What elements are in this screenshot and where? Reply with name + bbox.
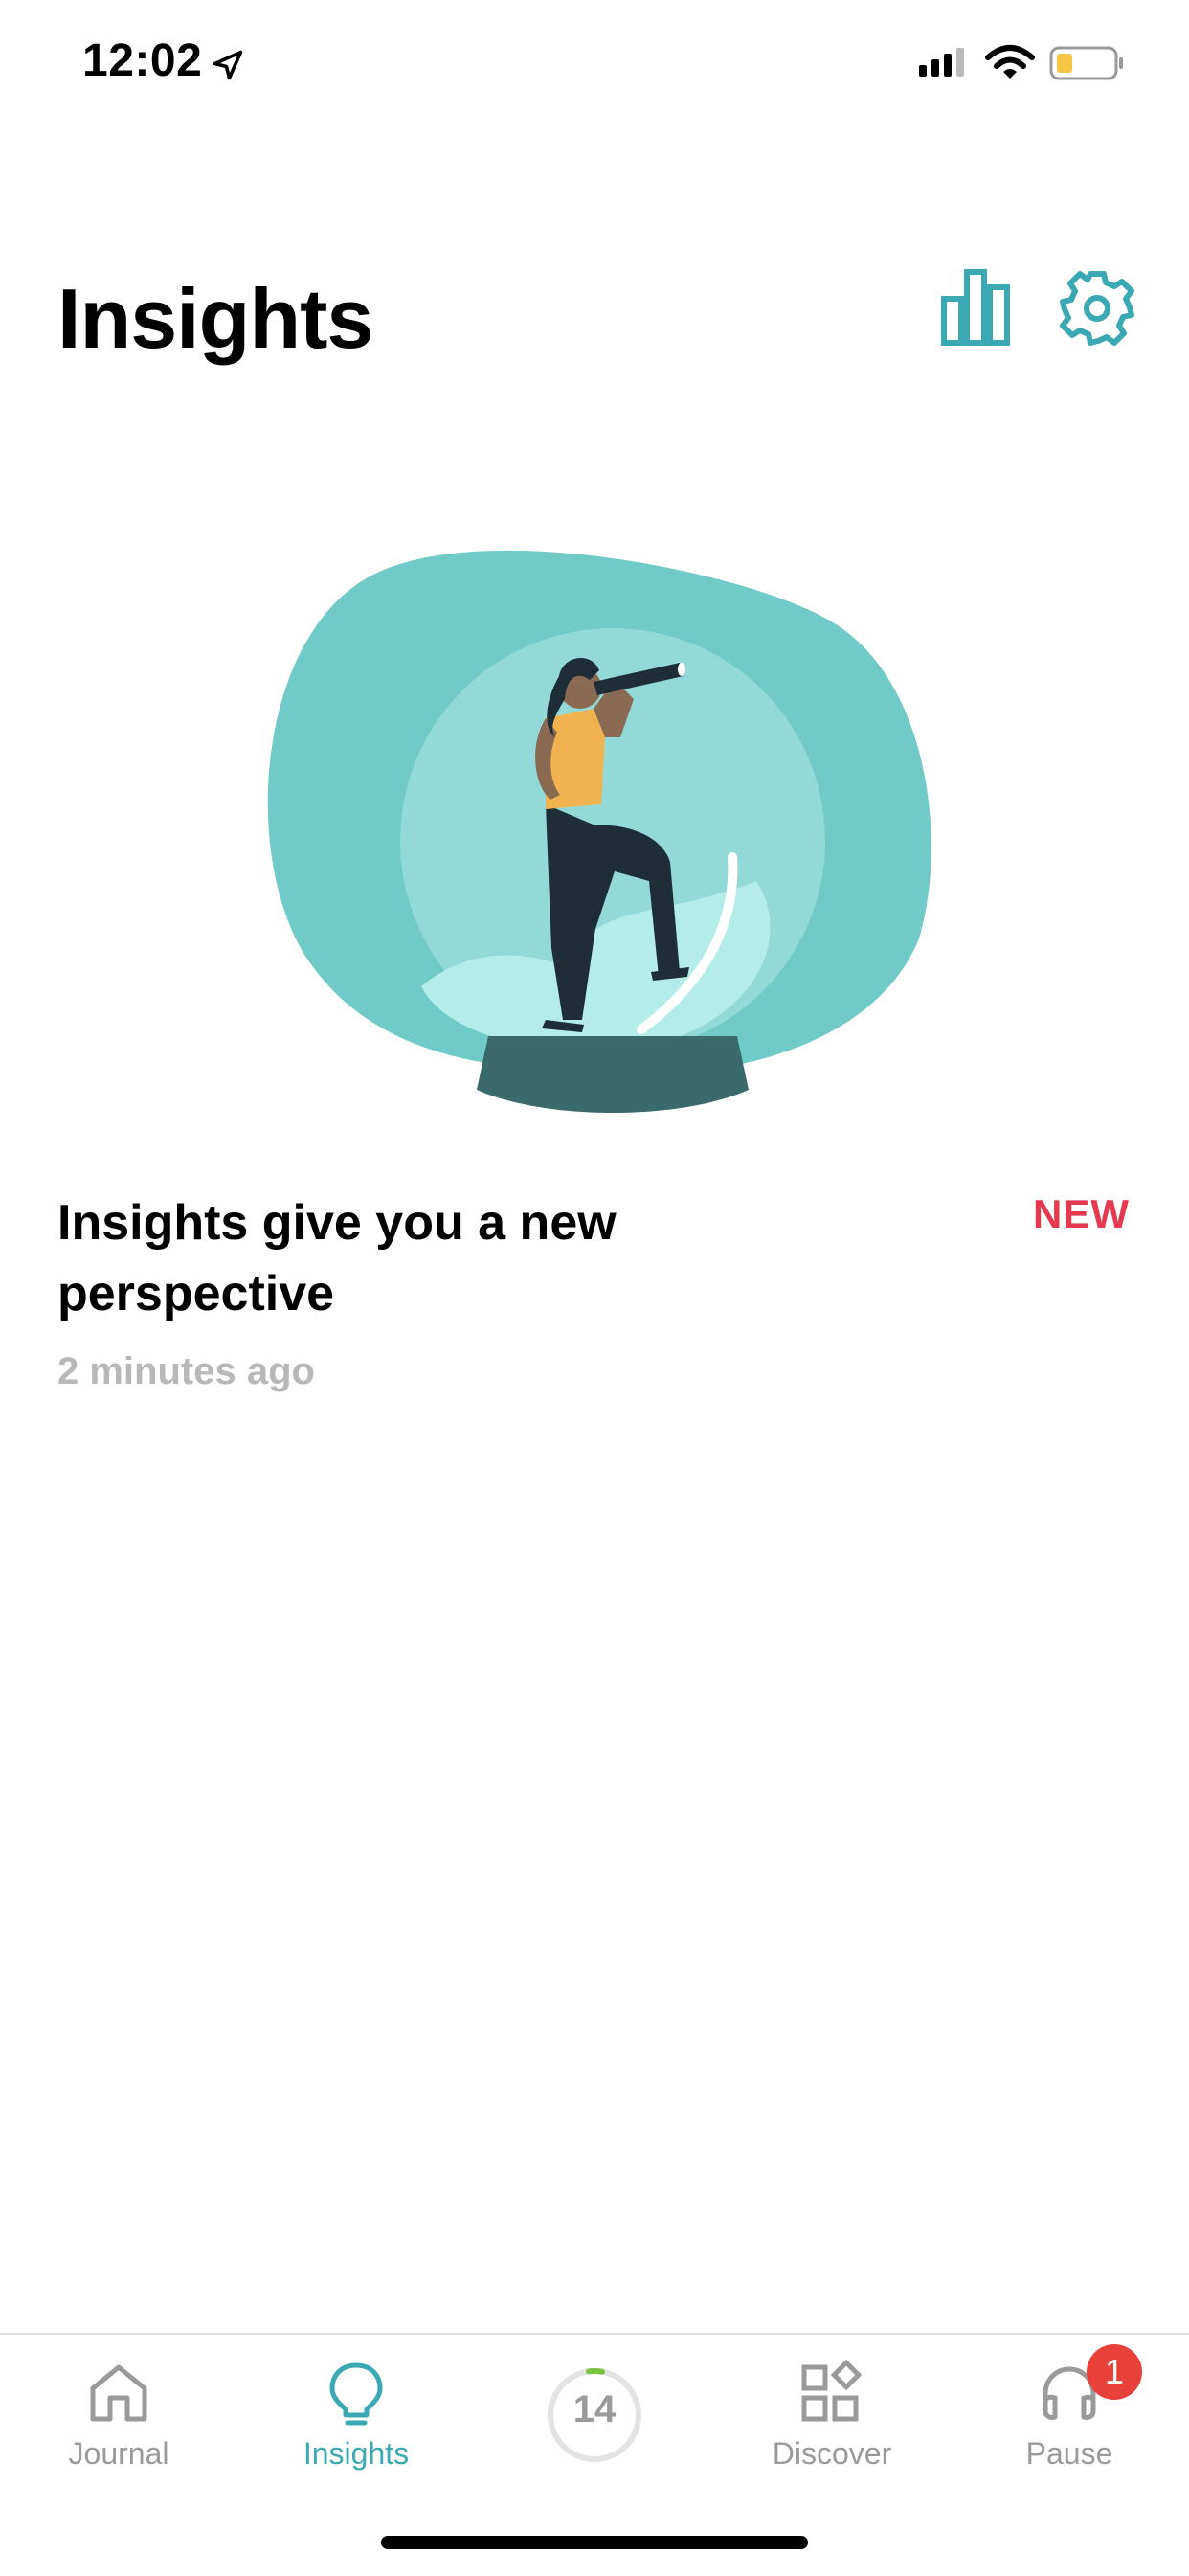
notification-badge: 1 bbox=[1087, 2344, 1142, 2400]
home-indicator[interactable] bbox=[381, 2536, 808, 2549]
insight-card-title[interactable]: Insights give you a new perspective bbox=[57, 1187, 747, 1329]
tab-discover-label: Discover bbox=[772, 2436, 892, 2471]
discover-grid-icon bbox=[801, 2360, 863, 2422]
insights-illustration bbox=[267, 550, 931, 1113]
gear-icon[interactable] bbox=[1057, 268, 1137, 349]
tab-journal-label: Journal bbox=[68, 2436, 169, 2471]
status-time: 12:02 bbox=[82, 35, 203, 86]
tab-insights[interactable]: Insights bbox=[237, 2335, 475, 2488]
tab-journal[interactable]: Journal bbox=[0, 2335, 237, 2488]
page-title: Insights bbox=[57, 271, 373, 366]
signal-icon bbox=[919, 48, 964, 77]
globe-base bbox=[477, 1036, 749, 1113]
wifi-icon bbox=[985, 45, 1035, 79]
home-icon bbox=[90, 2364, 147, 2422]
tab-pause-label: Pause bbox=[1025, 2436, 1113, 2471]
tab-insights-label: Insights bbox=[303, 2436, 410, 2471]
battery-icon bbox=[1049, 46, 1123, 80]
status-bar: 12:02 bbox=[0, 0, 1189, 128]
lightbulb-icon bbox=[329, 2362, 383, 2426]
location-arrow-icon bbox=[213, 50, 243, 80]
progress-count: 14 bbox=[572, 2388, 617, 2430]
new-badge: NEW bbox=[1033, 1191, 1130, 1236]
tab-progress[interactable]: 14 bbox=[476, 2335, 713, 2488]
tab-pause[interactable]: 1 Pause bbox=[951, 2335, 1188, 2488]
tab-discover[interactable]: Discover bbox=[713, 2335, 951, 2488]
insight-card-time: 2 minutes ago bbox=[57, 1350, 315, 1392]
bar-chart-icon[interactable] bbox=[940, 266, 1011, 347]
